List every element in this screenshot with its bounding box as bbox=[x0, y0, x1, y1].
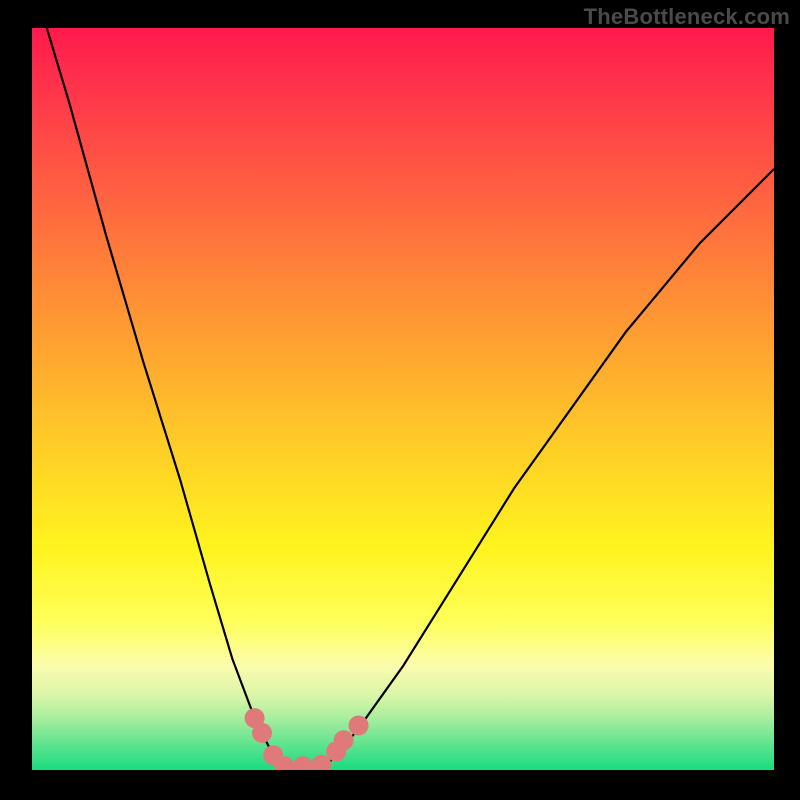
curve-marker bbox=[334, 730, 354, 750]
plot-area bbox=[32, 28, 774, 770]
curve-marker bbox=[349, 716, 369, 736]
chart-frame: TheBottleneck.com bbox=[0, 0, 800, 800]
curve-layer bbox=[32, 28, 774, 770]
curve-marker bbox=[252, 723, 272, 743]
marker-group bbox=[245, 708, 369, 770]
curve-marker bbox=[293, 756, 313, 770]
watermark-text: TheBottleneck.com bbox=[584, 4, 790, 30]
bottleneck-curve bbox=[47, 28, 774, 770]
